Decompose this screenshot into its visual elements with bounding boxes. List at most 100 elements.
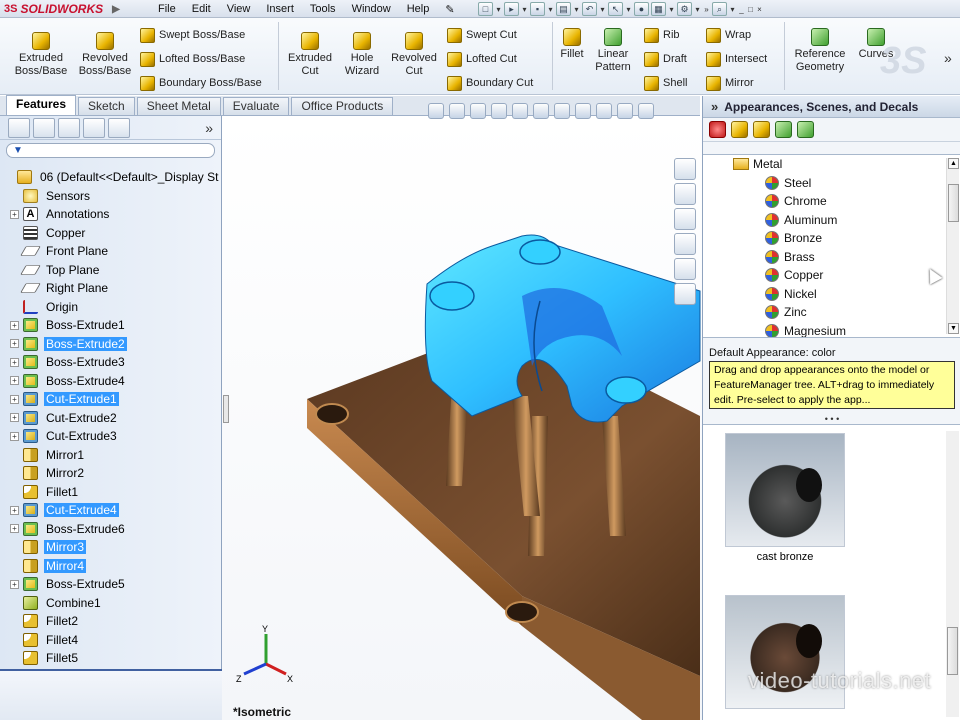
open-icon[interactable]: ▸ [504, 2, 519, 16]
menu-edit[interactable]: Edit [184, 3, 219, 15]
appearance-item[interactable]: Aluminum [703, 211, 960, 230]
tab-sheet-metal[interactable]: Sheet Metal [136, 97, 221, 115]
window-minimize-icon[interactable]: _ [738, 5, 745, 14]
scroll-down-icon[interactable]: ▼ [948, 323, 959, 334]
expand-icon[interactable]: + [10, 431, 19, 441]
appearance-item[interactable]: Chrome [703, 192, 960, 211]
file-explorer-icon[interactable] [674, 208, 696, 230]
tree-folder-metal[interactable]: Metal [703, 155, 960, 174]
model-view[interactable]: Y X Z [222, 116, 702, 720]
tree-filter-input[interactable]: ▼ [6, 143, 215, 158]
file-properties-icon[interactable]: ▦ [651, 2, 666, 16]
boundary-cut-button[interactable]: Boundary Cut [447, 74, 533, 92]
tree-item[interactable]: Origin [0, 298, 222, 317]
section-view-icon[interactable] [491, 103, 507, 119]
view-palette-icon[interactable] [674, 233, 696, 255]
more-commands-icon[interactable]: » [944, 50, 952, 66]
expand-icon[interactable]: + [10, 524, 19, 534]
fillet-button[interactable]: Fillet [556, 28, 588, 61]
tab-office-products[interactable]: Office Products [291, 97, 394, 115]
tree-item[interactable]: + Cut-Extrude1 [0, 390, 222, 409]
new-folder-icon[interactable] [753, 121, 770, 138]
scroll-thumb[interactable] [947, 627, 958, 675]
solidworks-logo[interactable]: 3S SOLIDWORKS ▶ [4, 1, 120, 17]
property-manager-tab-icon[interactable] [33, 117, 55, 138]
menu-file[interactable]: File [150, 3, 184, 15]
swatch-cast-bronze[interactable] [725, 433, 845, 547]
help-search-icon[interactable]: ⌕ [712, 2, 727, 16]
hide-show-items-icon[interactable] [575, 103, 591, 119]
window-restore-icon[interactable]: □ [747, 5, 754, 14]
options-icon[interactable]: ⚙ [677, 2, 692, 16]
edit-appearance-icon[interactable] [596, 103, 612, 119]
shell-button[interactable]: Shell [644, 74, 687, 92]
tree-item[interactable]: + Boss-Extrude1 [0, 316, 222, 335]
appearance-item[interactable]: Magnesium [703, 322, 960, 337]
window-close-icon[interactable]: × [756, 5, 763, 14]
collapse-pane-icon[interactable]: » [711, 99, 718, 114]
dimxpert-tab-icon[interactable] [83, 117, 105, 138]
graphics-area[interactable]: Y X Z [222, 116, 702, 720]
feature-tree-tab-icon[interactable] [8, 117, 30, 138]
rebuild-icon[interactable]: ● [634, 2, 649, 16]
scroll-up-icon[interactable]: ▲ [948, 158, 959, 169]
tree-item[interactable]: + Boss-Extrude5 [0, 575, 222, 594]
open-folder-icon[interactable] [731, 121, 748, 138]
flyout-arrow-icon[interactable]: ▶ [112, 4, 120, 15]
expand-icon[interactable]: + [10, 320, 19, 330]
appearance-item[interactable]: Copper [703, 266, 960, 285]
tree-item[interactable]: + Boss-Extrude4 [0, 372, 222, 391]
appearance-item[interactable]: Brass [703, 248, 960, 267]
tree-item[interactable]: + Cut-Extrude2 [0, 409, 222, 428]
scroll-thumb[interactable] [948, 184, 959, 222]
new-document-icon[interactable]: □ [478, 2, 493, 16]
hole-wizard-button[interactable]: Hole Wizard [340, 32, 384, 78]
zoom-to-area-icon[interactable] [449, 103, 465, 119]
solidworks-resources-icon[interactable] [674, 158, 696, 180]
tree-item[interactable]: Mirror4 [0, 557, 222, 576]
expand-icon[interactable]: + [10, 505, 19, 515]
undo-dropdown-icon[interactable]: ▾ [599, 5, 606, 14]
properties-dropdown-icon[interactable]: ▾ [668, 5, 675, 14]
panel-expand-icon[interactable]: » [205, 120, 213, 136]
tree-item[interactable]: Fillet1 [0, 483, 222, 502]
configuration-manager-tab-icon[interactable] [58, 117, 80, 138]
menu-insert[interactable]: Insert [258, 3, 302, 15]
new-dropdown-icon[interactable]: ▾ [495, 5, 502, 14]
menu-tools[interactable]: Tools [302, 3, 344, 15]
tree-item[interactable]: Fillet4 [0, 631, 222, 650]
tree-item[interactable]: Top Plane [0, 261, 222, 280]
appearance-item[interactable]: Zinc [703, 303, 960, 322]
mirror-button[interactable]: Mirror [706, 74, 754, 92]
design-library-icon[interactable] [674, 183, 696, 205]
expand-icon[interactable]: + [10, 339, 19, 349]
apply-scene-icon[interactable] [617, 103, 633, 119]
refresh-icon[interactable] [775, 121, 792, 138]
up-level-icon[interactable] [797, 121, 814, 138]
display-manager-tab-icon[interactable] [108, 117, 130, 138]
appearance-item[interactable]: Bronze [703, 229, 960, 248]
menu-help[interactable]: Help [399, 3, 438, 15]
save-icon[interactable]: ▪ [530, 2, 545, 16]
appearances-tab-icon[interactable] [674, 258, 696, 280]
tree-item[interactable]: + Boss-Extrude6 [0, 520, 222, 539]
lofted-cut-button[interactable]: Lofted Cut [447, 50, 517, 68]
tab-sketch[interactable]: Sketch [78, 97, 135, 115]
expand-icon[interactable]: + [10, 394, 19, 404]
print-dropdown-icon[interactable]: ▾ [573, 5, 580, 14]
tree-scrollbar[interactable]: ▲ ▼ [946, 158, 959, 334]
tree-item[interactable]: Combine1 [0, 594, 222, 613]
menu-window[interactable]: Window [344, 3, 399, 15]
expand-icon[interactable]: + [10, 413, 19, 423]
revolved-cut-button[interactable]: Revolved Cut [386, 32, 442, 78]
tree-item[interactable]: Mirror2 [0, 464, 222, 483]
intersect-button[interactable]: Intersect [706, 50, 767, 68]
pane-divider-handle[interactable]: • • • [703, 414, 960, 424]
select-icon[interactable]: ↖ [608, 2, 623, 16]
print-icon[interactable]: ▤ [556, 2, 571, 16]
menu-view[interactable]: View [219, 3, 259, 15]
options-dropdown-icon[interactable]: ▾ [694, 5, 701, 14]
tree-item[interactable]: + Boss-Extrude2 [0, 335, 222, 354]
open-dropdown-icon[interactable]: ▾ [521, 5, 528, 14]
tree-item[interactable]: + Cut-Extrude3 [0, 427, 222, 446]
